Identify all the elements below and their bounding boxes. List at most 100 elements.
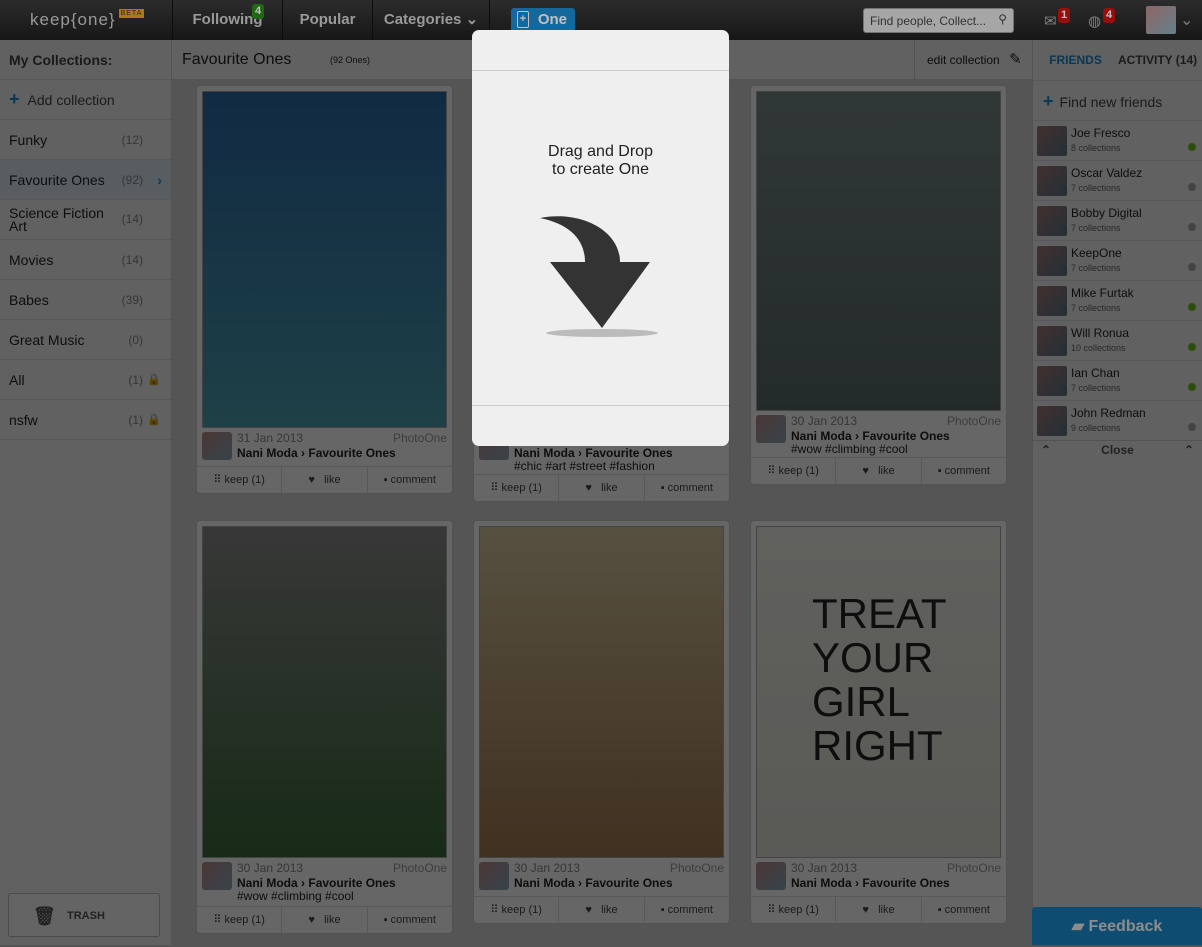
keep-button[interactable]: ⠿ keep (1)	[751, 897, 837, 923]
collection-item[interactable]: nsfw (1) 🔒	[0, 400, 171, 440]
friend-item[interactable]: Oscar Valdez 7 collections	[1033, 160, 1202, 200]
user-link[interactable]: Nani Moda	[791, 429, 852, 443]
user-link[interactable]: Nani Moda	[237, 876, 298, 890]
friend-item[interactable]: Bobby Digital 7 collections	[1033, 200, 1202, 240]
avatar[interactable]	[1037, 246, 1067, 276]
friend-item[interactable]: Mike Furtak 7 collections	[1033, 280, 1202, 320]
collection-item[interactable]: Favourite Ones (92) ›	[0, 160, 171, 200]
avatar[interactable]	[1037, 166, 1067, 196]
keep-button[interactable]: ⠿ keep (1)	[474, 475, 560, 501]
avatar[interactable]	[756, 862, 786, 890]
collection-link[interactable]: Favourite Ones	[585, 876, 672, 890]
one-image[interactable]	[202, 526, 447, 858]
friend-item[interactable]: John Redman 9 collections	[1033, 400, 1202, 440]
one-card[interactable]: 30 Jan 2013 PhotoOne Nani Moda › Favourit…	[473, 520, 730, 924]
comment-button[interactable]: ▪ comment	[645, 897, 729, 923]
collection-link[interactable]: Favourite Ones	[585, 446, 672, 460]
trash-button[interactable]: 🗑 TRASH	[8, 893, 160, 937]
collection-item[interactable]: Funky (12)	[0, 120, 171, 160]
one-image[interactable]	[479, 526, 724, 858]
one-image[interactable]	[756, 91, 1001, 411]
collection-link[interactable]: Favourite Ones	[308, 876, 395, 890]
collection-link[interactable]: Favourite Ones	[862, 876, 949, 890]
find-friends-button[interactable]: + Find new friends	[1033, 80, 1202, 120]
keep-button[interactable]: ⠿ keep (1)	[751, 458, 837, 484]
one-card[interactable]: 31 Jan 2013 PhotoOne Nani Moda › Favourit…	[196, 85, 453, 494]
feedback-button[interactable]: ▰ Feedback	[1032, 907, 1202, 945]
nav-popular[interactable]: Popular	[282, 0, 372, 40]
friend-item[interactable]: KeepOne 7 collections	[1033, 240, 1202, 280]
collection-label: Funky	[9, 131, 48, 148]
nav-following[interactable]: Following 4	[172, 0, 282, 40]
friend-item[interactable]: Will Ronua 10 collections	[1033, 320, 1202, 360]
comment-button[interactable]: ▪ comment	[922, 458, 1006, 484]
status-dot	[1188, 423, 1196, 431]
like-button[interactable]: ♥ like	[559, 475, 645, 501]
avatar[interactable]	[1146, 6, 1176, 34]
friend-item[interactable]: Ian Chan 7 collections	[1033, 360, 1202, 400]
search-input[interactable]: Find people, Collect... ⚲	[863, 8, 1014, 33]
avatar[interactable]	[1037, 326, 1067, 356]
avatar[interactable]	[202, 862, 232, 890]
keep-button[interactable]: ⠿ keep (1)	[197, 467, 283, 493]
avatar[interactable]	[479, 862, 509, 890]
friend-item[interactable]: Joe Fresco 8 collections	[1033, 120, 1202, 160]
tags[interactable]: #chic #art #street #fashion	[514, 459, 655, 473]
pencil-icon: ✎	[1009, 51, 1022, 68]
comment-button[interactable]: ▪ comment	[922, 897, 1006, 923]
one-image[interactable]	[202, 91, 447, 428]
edit-collection-button[interactable]: edit collection ✎	[914, 40, 1032, 80]
one-type: PhotoOne	[392, 861, 447, 875]
avatar[interactable]	[1037, 126, 1067, 156]
collection-item[interactable]: Movies (14)	[0, 240, 171, 280]
avatar[interactable]	[1037, 406, 1067, 436]
one-card[interactable]: TREAT YOUR GIRL RIGHT 30 Jan 2013 PhotoOne…	[750, 520, 1007, 924]
logo[interactable]: keep{one} BETA	[30, 9, 145, 30]
like-button[interactable]: ♥ like	[559, 897, 645, 923]
add-collection-button[interactable]: + Add collection	[0, 80, 171, 120]
keep-button[interactable]: ⠿ keep (1)	[197, 907, 283, 933]
like-button[interactable]: ♥ like	[282, 467, 368, 493]
create-one-button[interactable]: + One	[511, 8, 575, 32]
one-card[interactable]: 30 Jan 2013 PhotoOne Nani Moda › Favourit…	[196, 520, 453, 934]
friend-collections: 7 collections	[1071, 383, 1121, 393]
avatar[interactable]	[1037, 206, 1067, 236]
friend-name: John Redman	[1071, 406, 1146, 420]
collection-item[interactable]: Babes (39)	[0, 280, 171, 320]
comment-button[interactable]: ▪ comment	[368, 907, 452, 933]
close-friends-button[interactable]: ⌃ Close ⌃	[1033, 440, 1202, 458]
account-menu-chevron-icon[interactable]: ⌄	[1180, 10, 1193, 30]
user-link[interactable]: Nani Moda	[514, 876, 575, 890]
collection-item[interactable]: Science Fiction Art (14)	[0, 200, 171, 240]
avatar[interactable]	[756, 415, 786, 443]
user-link[interactable]: Nani Moda	[237, 446, 298, 460]
like-button[interactable]: ♥ like	[836, 897, 922, 923]
collection-item[interactable]: Great Music (0)	[0, 320, 171, 360]
comment-button[interactable]: ▪ comment	[645, 475, 729, 501]
one-card[interactable]: 30 Jan 2013 PhotoOne Nani Moda › Favourit…	[750, 85, 1007, 485]
messages-icon[interactable]: ✉ 1	[1044, 8, 1071, 30]
user-link[interactable]: Nani Moda	[514, 446, 575, 460]
keep-button[interactable]: ⠿ keep (1)	[474, 897, 560, 923]
collection-label: Science Fiction Art	[9, 204, 104, 234]
user-link[interactable]: Nani Moda	[791, 876, 852, 890]
tab-activity[interactable]: ACTIVITY (14)	[1118, 40, 1197, 80]
comment-button[interactable]: ▪ comment	[368, 467, 452, 493]
comment-icon: ▪	[937, 465, 942, 477]
avatar[interactable]	[202, 432, 232, 460]
collection-item[interactable]: All (1) 🔒	[0, 360, 171, 400]
date: 30 Jan 2013	[237, 861, 304, 875]
avatar[interactable]	[1037, 286, 1067, 316]
collection-link[interactable]: Favourite Ones	[308, 446, 395, 460]
create-one-modal[interactable]: Drag and Drop to create One	[472, 30, 729, 446]
like-button[interactable]: ♥ like	[282, 907, 368, 933]
collection-count: (12)	[121, 132, 143, 147]
tags[interactable]: #wow #climbing #cool	[791, 442, 908, 456]
globe-icon[interactable]: ◍ 4	[1088, 8, 1116, 30]
tags[interactable]: #wow #climbing #cool	[237, 889, 354, 903]
tab-friends[interactable]: FRIENDS	[1033, 40, 1118, 80]
one-image[interactable]: TREAT YOUR GIRL RIGHT	[756, 526, 1001, 858]
avatar[interactable]	[1037, 366, 1067, 396]
like-button[interactable]: ♥ like	[836, 458, 922, 484]
collection-link[interactable]: Favourite Ones	[862, 429, 949, 443]
